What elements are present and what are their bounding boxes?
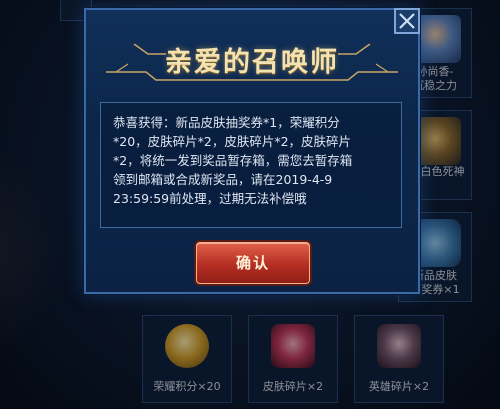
reward-dialog: 亲爱的召唤师 恭喜获得：新品皮肤抽奖券*1，荣耀积分 *20，皮肤碎片*2，皮肤… <box>84 8 420 294</box>
dialog-title: 亲爱的召唤师 <box>165 47 339 78</box>
reward-message: 恭喜获得：新品皮肤抽奖券*1，荣耀积分 *20，皮肤碎片*2，皮肤碎片*2，皮肤… <box>113 115 353 206</box>
title-area: 亲爱的召唤师 <box>86 28 418 88</box>
message-box: 恭喜获得：新品皮肤抽奖券*1，荣耀积分 *20，皮肤碎片*2，皮肤碎片*2，皮肤… <box>100 102 402 228</box>
confirm-button[interactable]: 确认 <box>196 242 310 284</box>
